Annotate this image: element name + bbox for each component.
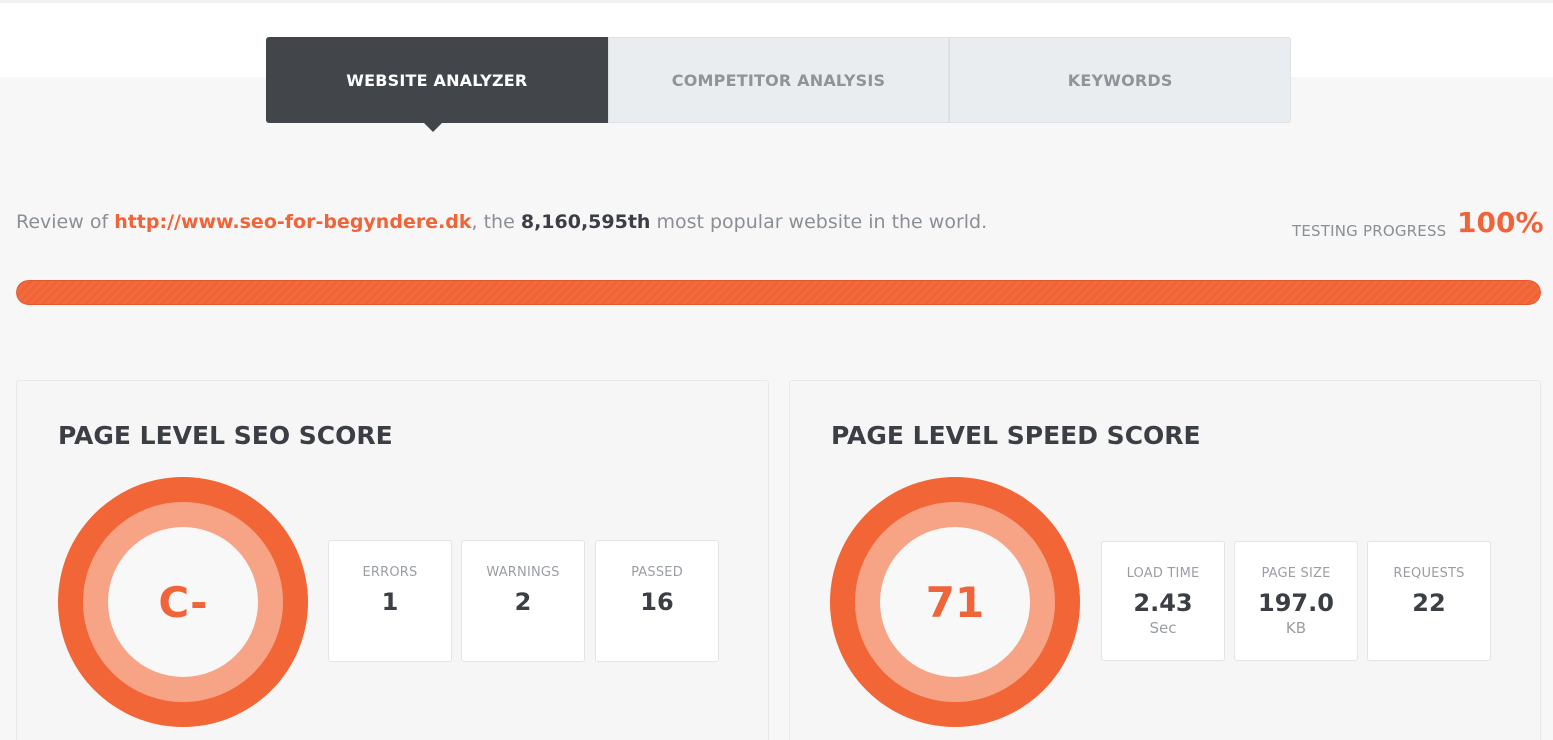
tab-website-analyzer[interactable]: WEBSITE ANALYZER bbox=[266, 37, 608, 132]
errors-value: 1 bbox=[381, 588, 399, 616]
speed-score-ring: 71 bbox=[830, 477, 1080, 727]
passed-value: 16 bbox=[640, 588, 674, 616]
seo-score-panel: PAGE LEVEL SEO SCORE C- ERRORS 1 WARNING… bbox=[16, 380, 769, 740]
errors-stat[interactable]: ERRORS 1 bbox=[328, 540, 452, 662]
speed-score: 71 bbox=[880, 527, 1030, 677]
analyzer-tabs: WEBSITE ANALYZER COMPETITOR ANALYSIS KEY… bbox=[266, 37, 1292, 132]
warnings-value: 2 bbox=[514, 588, 532, 616]
load-time-label: LOAD TIME bbox=[1126, 566, 1200, 581]
review-rank: 8,160,595th bbox=[520, 211, 651, 233]
review-middle: , the bbox=[471, 211, 521, 233]
seo-grade: C- bbox=[108, 527, 258, 677]
tab-keywords[interactable]: KEYWORDS bbox=[949, 37, 1292, 123]
review-suffix: most popular website in the world. bbox=[650, 211, 988, 233]
requests-value: 22 bbox=[1412, 589, 1446, 617]
requests-stat: REQUESTS 22 bbox=[1367, 541, 1491, 661]
load-time-unit: Sec bbox=[1149, 619, 1177, 637]
speed-score-panel: PAGE LEVEL SPEED SCORE 71 LOAD TIME 2.43… bbox=[789, 380, 1541, 740]
speed-score-ring-middle: 71 bbox=[855, 502, 1055, 702]
review-summary: Review of http://www.seo-for-begyndere.d… bbox=[16, 211, 987, 233]
seo-score-ring-middle: C- bbox=[83, 502, 283, 702]
page-size-label: PAGE SIZE bbox=[1261, 566, 1331, 581]
review-url-link[interactable]: http://www.seo-for-begyndere.dk bbox=[114, 211, 471, 233]
page-size-value: 197.0 bbox=[1258, 589, 1334, 617]
review-prefix: Review of bbox=[16, 211, 115, 233]
testing-progress-label: TESTING PROGRESS bbox=[1292, 222, 1447, 240]
passed-label: PASSED bbox=[631, 565, 683, 580]
errors-label: ERRORS bbox=[362, 565, 418, 580]
warnings-label: WARNINGS bbox=[486, 565, 560, 580]
passed-stat[interactable]: PASSED 16 bbox=[595, 540, 719, 662]
progress-bar-fill bbox=[16, 280, 1541, 305]
load-time-value: 2.43 bbox=[1133, 589, 1193, 617]
seo-panel-title: PAGE LEVEL SEO SCORE bbox=[58, 421, 393, 450]
requests-label: REQUESTS bbox=[1393, 566, 1465, 581]
progress-bar bbox=[16, 280, 1541, 305]
load-time-stat: LOAD TIME 2.43 Sec bbox=[1101, 541, 1225, 661]
warnings-stat[interactable]: WARNINGS 2 bbox=[461, 540, 585, 662]
tab-competitor-analysis[interactable]: COMPETITOR ANALYSIS bbox=[607, 37, 950, 123]
page-size-unit: KB bbox=[1285, 619, 1307, 637]
speed-panel-title: PAGE LEVEL SPEED SCORE bbox=[831, 421, 1201, 450]
testing-progress-value: 100% bbox=[1457, 206, 1544, 239]
seo-score-ring: C- bbox=[58, 477, 308, 727]
page-size-stat: PAGE SIZE 197.0 KB bbox=[1234, 541, 1358, 661]
